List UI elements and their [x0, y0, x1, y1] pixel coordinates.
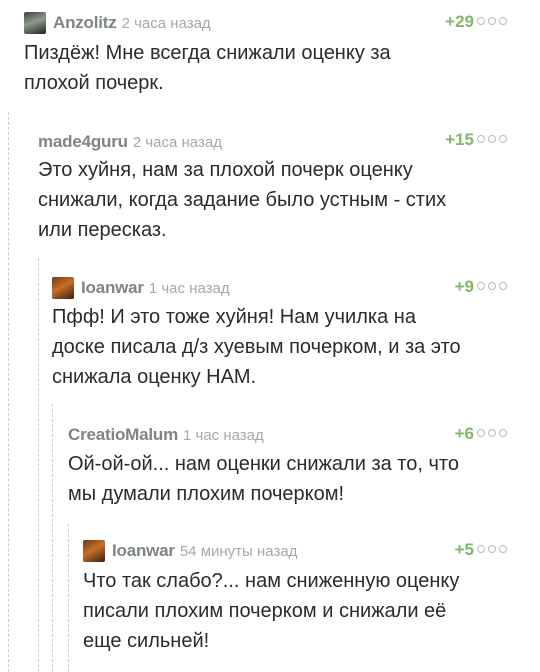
comment-rating: +5 — [454, 540, 474, 559]
comment-author[interactable]: Ioanwar — [112, 541, 175, 561]
comment-text: Пиздёж! Мне всегда снижали оценку за пло… — [24, 42, 391, 94]
comment-rating: +6 — [454, 424, 474, 443]
comment-author[interactable]: Ioanwar — [81, 278, 144, 298]
comment-header: Ioanwar 1 час назад — [52, 276, 230, 300]
comment-text: Это хуйня, нам за плохой почерк оценку с… — [38, 159, 447, 241]
more-options-icon[interactable] — [477, 282, 507, 290]
thread-line-2 — [38, 258, 39, 672]
comment-text: Пфф! И это тоже хуйня! Нам училка на дос… — [52, 306, 461, 388]
comment-author[interactable]: Anzolitz — [53, 13, 117, 33]
comment-rating: +9 — [454, 277, 474, 296]
comment-header: made4guru 2 часа назад — [38, 130, 222, 154]
comment-time: 2 часа назад — [121, 14, 211, 32]
comment-author[interactable]: made4guru — [38, 132, 128, 152]
comment-author[interactable]: CreatioMalum — [68, 425, 178, 445]
user-avatar[interactable] — [83, 540, 105, 562]
comment-header: Ioanwar 54 минуты назад — [83, 539, 297, 563]
comment-time: 2 часа назад — [132, 133, 222, 151]
more-options-icon[interactable] — [477, 135, 507, 143]
more-options-icon[interactable] — [477, 429, 507, 437]
user-avatar[interactable] — [24, 12, 46, 34]
comment-time: 1 час назад — [148, 279, 230, 297]
comment-time: 1 час назад — [183, 426, 264, 444]
more-options-icon[interactable] — [477, 545, 507, 553]
comment-rating: +29 — [445, 12, 474, 31]
thread-line-4 — [68, 524, 69, 672]
thread-line-3 — [52, 404, 53, 672]
thread-line-1 — [8, 112, 9, 672]
comment-text: Ой-ой-ой... нам оценки снижали за то, чт… — [68, 453, 459, 505]
comment-rating: +15 — [445, 130, 474, 149]
comment-text: Что так слабо?... нам сниженную оценку п… — [83, 570, 460, 652]
comment-header: Anzolitz 2 часа назад — [24, 11, 211, 35]
more-options-icon[interactable] — [477, 17, 507, 25]
comment-time: 54 минуты назад — [179, 542, 298, 560]
user-avatar[interactable] — [52, 277, 74, 299]
comment-header: CreatioMalum 1 час назад — [68, 423, 264, 447]
